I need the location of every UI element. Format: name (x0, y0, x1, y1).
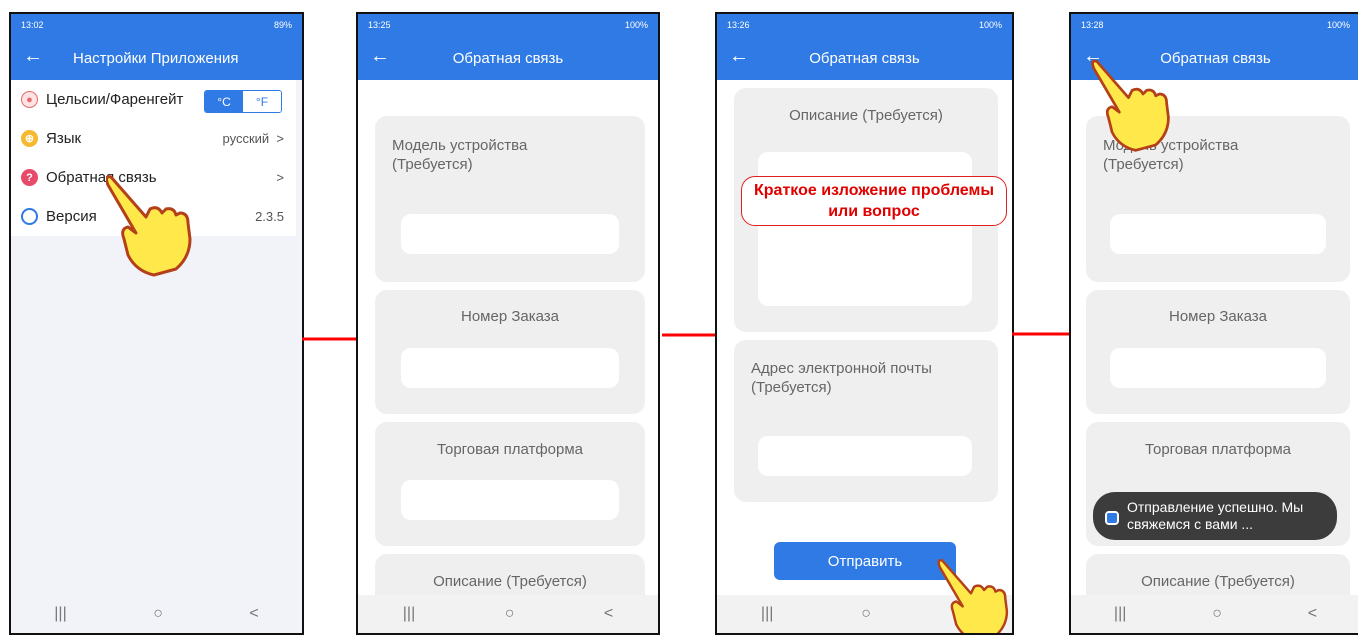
order-number-label: Номер Заказа (460, 308, 560, 325)
status-time: 13:25 (368, 20, 391, 30)
device-model-card: Модель устройства (Требуется) (375, 116, 645, 282)
recent-apps-button[interactable]: ||| (1114, 605, 1126, 623)
order-number-card: Номер Заказа (375, 290, 645, 414)
platform-input[interactable] (401, 480, 619, 520)
device-model-input[interactable] (401, 214, 619, 254)
status-bar: 13:25 100% (358, 14, 658, 36)
toast-message: Отправление успешно. Мы свяжемся с вами … (1127, 499, 1304, 532)
settings-item-label: Язык (46, 130, 82, 147)
status-battery: 100% (1326, 20, 1350, 30)
app-bar: ← Обратная связь (358, 36, 658, 80)
description-label: Описание (Требуется) (1141, 573, 1295, 590)
recent-apps-button[interactable]: ||| (403, 605, 415, 623)
pointing-hand-icon (106, 175, 192, 277)
system-back-button[interactable]: < (1308, 605, 1317, 623)
order-number-card: Номер Заказа (1086, 290, 1350, 414)
celsius-option[interactable]: °C (205, 91, 243, 112)
status-battery: 100% (624, 20, 648, 30)
email-label: Адрес электронной почты (Требуется) (751, 360, 932, 396)
back-arrow-icon[interactable]: ← (370, 44, 390, 68)
app-bar: ← Обратная связь (717, 36, 1012, 80)
language-value: русский (222, 131, 270, 146)
email-card: Адрес электронной почты (Требуется) (734, 340, 998, 502)
app-icon (1105, 511, 1119, 525)
back-arrow-icon[interactable]: ← (729, 44, 749, 68)
status-bar: 13:28 100% (1071, 14, 1358, 36)
screen-feedback-sent: 13:28 100% ← Обратная связь Модель устро… (1069, 12, 1358, 635)
device-model-label: Модель устройства (Требуется) (392, 137, 528, 173)
system-back-button[interactable]: < (249, 605, 258, 623)
page-title: Обратная связь (452, 49, 564, 67)
success-toast: Отправление успешно. Мы свяжемся с вами … (1093, 492, 1337, 540)
question-icon: ? (21, 169, 38, 186)
screen-settings: 13:02 89% ← Настройки Приложения ● Цельс… (9, 12, 304, 635)
status-time: 13:02 (21, 20, 44, 30)
app-bar: ← Настройки Приложения (11, 36, 302, 80)
screen-feedback-empty: 13:25 100% ← Обратная связь Модель устро… (356, 12, 660, 635)
settings-item-label: Цельсии/Фаренгейт (46, 91, 184, 108)
device-model-input[interactable] (1110, 214, 1326, 254)
fahrenheit-option[interactable]: °F (243, 91, 281, 112)
system-back-button[interactable]: < (604, 605, 613, 623)
platform-card: Торговая платформа (375, 422, 645, 546)
pointing-hand-icon (937, 559, 1009, 633)
email-input[interactable] (758, 436, 972, 476)
chevron-right-icon: > (276, 170, 284, 185)
version-value: 2.3.5 (255, 209, 284, 224)
platform-label: Торговая платформа (1144, 441, 1292, 458)
description-label: Описание (Требуется) (789, 107, 943, 124)
home-button[interactable]: ○ (1212, 605, 1222, 623)
status-bar: 13:26 100% (717, 14, 1012, 36)
settings-item-label: Версия (46, 208, 97, 225)
system-nav-bar: ||| ○ < (358, 595, 658, 633)
temperature-toggle: °C °F (204, 90, 282, 113)
globe-icon: ⊕ (21, 130, 38, 147)
submit-button[interactable]: Отправить (774, 542, 956, 580)
page-title: Настройки Приложения (73, 49, 239, 67)
chevron-right-icon: > (276, 131, 284, 146)
description-label: Описание (Требуется) (433, 573, 587, 590)
order-number-input[interactable] (401, 348, 619, 388)
status-battery: 89% (273, 20, 292, 30)
home-button[interactable]: ○ (861, 605, 871, 623)
status-bar: 13:02 89% (11, 14, 302, 36)
home-button[interactable]: ○ (153, 605, 163, 623)
recent-apps-button[interactable]: ||| (54, 605, 66, 623)
thermometer-icon: ● (21, 91, 38, 108)
system-nav-bar: ||| ○ < (11, 595, 302, 633)
platform-label: Торговая платформа (436, 441, 584, 458)
back-arrow-icon[interactable]: ← (23, 44, 43, 68)
order-number-label: Номер Заказа (1168, 308, 1268, 325)
refresh-icon (21, 208, 38, 225)
status-time: 13:28 (1081, 20, 1104, 30)
page-title: Обратная связь (809, 49, 920, 67)
description-callout: Краткое изложение проблемы или вопрос (741, 176, 1007, 226)
status-battery: 100% (978, 20, 1002, 30)
home-button[interactable]: ○ (505, 605, 515, 623)
system-nav-bar: ||| ○ < (1071, 595, 1358, 633)
order-number-input[interactable] (1110, 348, 1326, 388)
recent-apps-button[interactable]: ||| (761, 605, 773, 623)
settings-item-language[interactable]: ⊕ Язык русский > (11, 119, 296, 158)
screen-feedback-filled: 13:26 100% ← Обратная связь Описание (Тр… (715, 12, 1014, 635)
pointing-hand-icon (1091, 59, 1170, 152)
settings-item-temperature-unit: ● Цельсии/Фаренгейт °C °F (11, 80, 296, 119)
status-time: 13:26 (727, 20, 750, 30)
